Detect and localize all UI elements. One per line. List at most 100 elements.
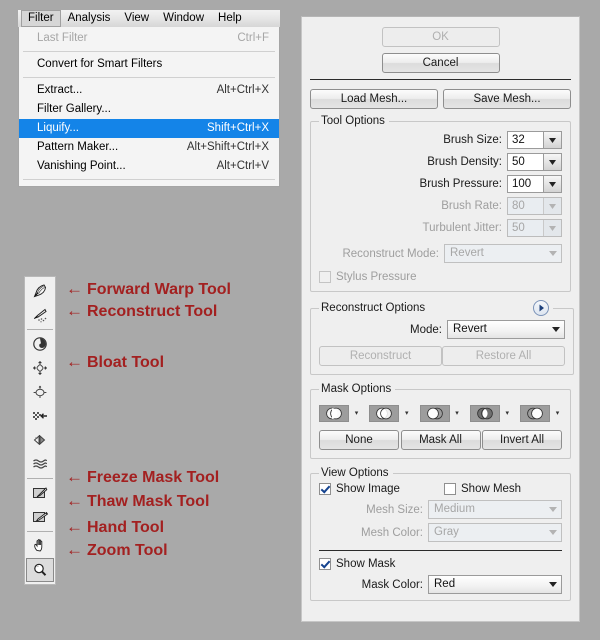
annotation-label: Reconstruct Tool [87, 303, 218, 320]
mask-replace-selection-icon[interactable]: ▾ [319, 405, 361, 422]
cancel-button[interactable]: Cancel [381, 53, 500, 73]
mask-subtract-from-selection-icon[interactable]: ▾ [419, 405, 462, 422]
load-mesh-button[interactable]: Load Mesh... [310, 89, 438, 109]
chevron-down-icon[interactable]: ▾ [402, 405, 411, 422]
menubar-item-help[interactable]: Help [211, 10, 249, 27]
reconstruct-options-legend-label: Reconstruct Options [321, 302, 426, 314]
menubar-item-label: Filter [28, 12, 54, 24]
menu-separator [23, 51, 275, 52]
menu-bar: Filter Analysis View Window Help [18, 10, 280, 27]
filter-menu: Filter Analysis View Window Help Last Fi… [18, 10, 280, 187]
menu-separator [23, 179, 275, 180]
none-button[interactable]: None [319, 430, 399, 450]
turbulence-tool-icon[interactable] [26, 452, 54, 476]
brush-pressure-stepper[interactable]: 100 [507, 175, 562, 193]
reconstruct-tool-icon[interactable] [26, 303, 54, 327]
save-mesh-button[interactable]: Save Mesh... [443, 89, 571, 109]
show-image-checkbox[interactable] [319, 483, 331, 495]
show-mask-checkbox[interactable] [319, 558, 331, 570]
brush-rate-row: Brush Rate: 80 [319, 197, 562, 215]
turbulent-jitter-row: Turbulent Jitter: 50 [319, 219, 562, 237]
brush-density-label: Brush Density: [427, 156, 502, 168]
reconstruct-options-group: Reconstruct Options Mode: Revert Reconst… [310, 300, 574, 375]
mask-color-row: Mask Color: Red [319, 575, 562, 594]
bloat-tool-icon[interactable] [26, 380, 54, 404]
menu-item-convert-for-smart-filters[interactable]: Convert for Smart Filters [19, 55, 279, 74]
chevron-down-icon [543, 220, 561, 236]
menu-item-vanishing-point[interactable]: Vanishing Point... Alt+Ctrl+V [19, 157, 279, 176]
expand-arrow-icon[interactable] [533, 300, 550, 316]
mask-invert-selection-icon[interactable]: ▾ [520, 405, 562, 422]
menubar-item-view[interactable]: View [117, 10, 156, 27]
menubar-item-analysis[interactable]: Analysis [61, 10, 118, 27]
menu-item-filter-gallery[interactable]: Filter Gallery... [19, 100, 279, 119]
chevron-down-icon[interactable]: ▾ [453, 405, 462, 422]
twirl-clockwise-tool-icon[interactable] [26, 332, 54, 356]
menu-item-pattern-maker[interactable]: Pattern Maker... Alt+Shift+Ctrl+X [19, 138, 279, 157]
annotation-thaw-mask-tool: ← Thaw Mask Tool [66, 492, 209, 511]
chevron-down-icon[interactable] [545, 582, 561, 587]
show-mesh-checkbox[interactable] [444, 483, 456, 495]
pucker-tool-icon[interactable] [26, 356, 54, 380]
show-mesh-row: Show Mesh [444, 483, 521, 495]
brush-density-stepper[interactable]: 50 [507, 153, 562, 171]
divider [319, 550, 562, 551]
annotation-arrow-icon: ← [66, 467, 83, 486]
mode-select[interactable]: Revert [447, 320, 565, 339]
menu-item-last-filter[interactable]: Last Filter Ctrl+F [19, 29, 279, 48]
menu-item-extract[interactable]: Extract... Alt+Ctrl+X [19, 81, 279, 100]
annotation-label: Zoom Tool [87, 542, 168, 559]
view-options-legend: View Options [321, 467, 389, 479]
mask-intersect-with-selection-icon[interactable]: ▾ [469, 405, 512, 422]
reconstruct-button[interactable]: Reconstruct [319, 346, 442, 366]
mask-mode-icons: ▾ ▾ ▾ ▾ ▾ [319, 405, 562, 422]
menu-item-liquify[interactable]: Liquify... Shift+Ctrl+X [19, 119, 279, 138]
chevron-down-icon[interactable] [543, 154, 561, 170]
hand-tool-icon[interactable] [26, 534, 54, 558]
menu-item-shortcut [241, 102, 269, 117]
mesh-buttons: Load Mesh... Save Mesh... [310, 89, 571, 109]
annotation-label: Freeze Mask Tool [87, 469, 220, 486]
chevron-down-icon[interactable]: ▾ [553, 405, 562, 422]
invert-all-button[interactable]: Invert All [482, 430, 562, 450]
forward-warp-tool-icon[interactable] [26, 279, 54, 303]
mirror-tool-icon[interactable] [26, 428, 54, 452]
annotation-arrow-icon: ← [66, 540, 83, 559]
mask-color-select[interactable]: Red [428, 575, 562, 594]
brush-pressure-row: Brush Pressure: 100 [319, 175, 562, 193]
chevron-down-icon[interactable] [543, 176, 561, 192]
menu-separator [23, 77, 275, 78]
annotation-label: Hand Tool [87, 519, 165, 536]
menubar-item-window[interactable]: Window [156, 10, 211, 27]
annotation-bloat-tool: ← Bloat Tool [66, 353, 164, 372]
annotation-label: Thaw Mask Tool [87, 493, 210, 510]
menu-item-label: Vanishing Point... [37, 160, 126, 172]
menu-item-shortcut [241, 57, 269, 72]
restore-all-button[interactable]: Restore All [442, 346, 565, 366]
reconstruct-mode-label: Reconstruct Mode: [342, 247, 439, 260]
mask-add-to-selection-icon[interactable]: ▾ [369, 405, 411, 422]
brush-size-value: 32 [512, 134, 525, 146]
mask-all-button[interactable]: Mask All [400, 430, 481, 450]
freeze-mask-tool-icon[interactable] [26, 481, 54, 505]
chevron-down-icon[interactable]: ▾ [503, 405, 512, 422]
annotation-freeze-mask-tool: ← Freeze Mask Tool [66, 468, 219, 487]
stylus-pressure-row: Stylus Pressure [319, 271, 562, 283]
chevron-down-icon[interactable]: ▾ [352, 405, 361, 422]
menu-item-label: Filter Gallery... [37, 103, 111, 115]
brush-size-row: Brush Size: 32 [319, 131, 562, 149]
chevron-down-icon[interactable] [543, 132, 561, 148]
brush-size-stepper[interactable]: 32 [507, 131, 562, 149]
menubar-item-label: Help [218, 12, 242, 24]
push-left-tool-icon[interactable] [26, 404, 54, 428]
chevron-down-icon[interactable] [548, 327, 564, 332]
annotation-arrow-icon: ← [66, 301, 83, 320]
mesh-color-label: Mesh Color: [361, 526, 423, 539]
divider [310, 79, 571, 80]
menu-item-label: Pattern Maker... [37, 141, 119, 153]
zoom-tool-icon[interactable] [26, 558, 54, 582]
thaw-mask-tool-icon[interactable] [26, 505, 54, 529]
ok-button[interactable]: OK [381, 27, 500, 47]
mode-label: Mode: [410, 323, 442, 336]
menubar-item-filter[interactable]: Filter [21, 10, 61, 27]
